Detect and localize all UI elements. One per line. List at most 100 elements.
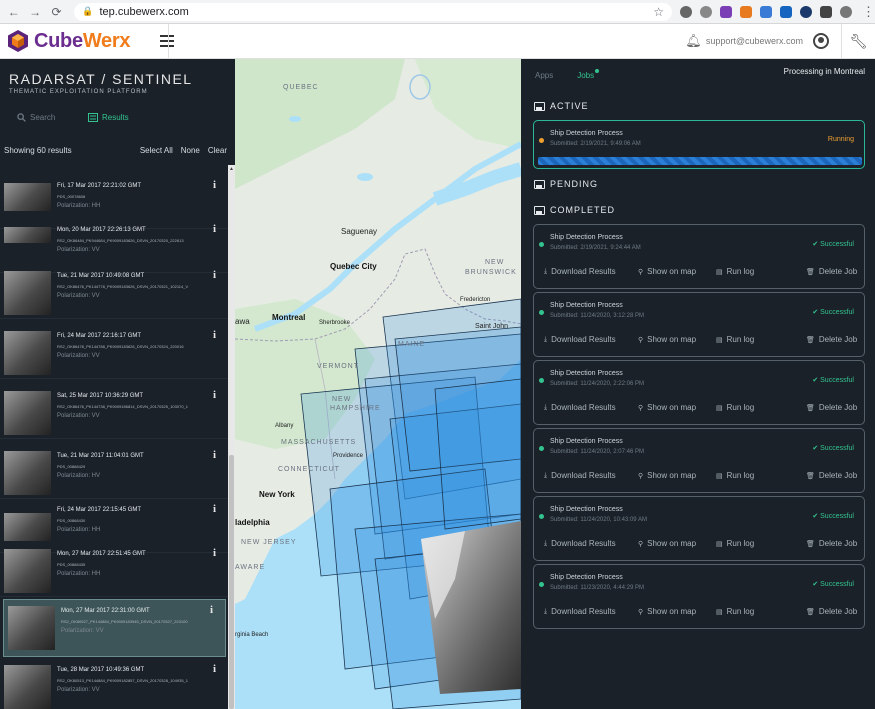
info-icon[interactable]: i: [213, 503, 216, 515]
info-icon[interactable]: i: [213, 223, 216, 235]
cubewerx-logo[interactable]: CubeWerx: [7, 29, 130, 53]
results-scrollbar[interactable]: ▲: [228, 165, 235, 709]
result-id: PDS_00868429: [57, 464, 86, 469]
extension-icon[interactable]: [740, 5, 753, 18]
result-item[interactable]: Sat, 25 Mar 2017 10:36:29 GMT RS2_OK8647…: [0, 385, 228, 439]
completed-job-card[interactable]: Ship Detection Process Submitted: 11/23/2…: [533, 564, 865, 629]
run-log-button[interactable]: ▤ Run log: [716, 403, 754, 412]
profile-icon[interactable]: [840, 5, 853, 18]
job-title: Ship Detection Process: [550, 574, 623, 581]
map-label-providence: Providence: [333, 453, 364, 459]
scroll-up-arrow-icon[interactable]: ▲: [229, 166, 234, 172]
extension-icons: [680, 5, 853, 18]
b-extension-icon[interactable]: [720, 5, 733, 18]
show-on-map-button[interactable]: ⚲ Show on map: [638, 471, 696, 480]
result-id: RS2_OK86484_PK944684_PK9009183626_DSVN_2…: [57, 238, 184, 243]
results-count: Showing 60 results: [4, 146, 72, 155]
run-log-label: Run log: [726, 267, 755, 276]
run-log-button[interactable]: ▤ Run log: [716, 267, 754, 276]
select-all-button[interactable]: Select All: [140, 146, 173, 155]
user-email[interactable]: support@cubewerx.com: [706, 36, 803, 46]
result-item[interactable]: Tue, 21 Mar 2017 11:04:01 GMT PDS_008684…: [0, 445, 228, 499]
download-results-button[interactable]: ⤓ Download Results: [544, 471, 616, 480]
job-status: ✔ Successful: [812, 512, 854, 520]
reload-icon[interactable]: ⟳: [49, 4, 64, 20]
info-icon[interactable]: i: [213, 269, 216, 281]
delete-job-button[interactable]: 🗑︎ Delete Job: [806, 267, 857, 276]
info-icon[interactable]: i: [213, 179, 216, 191]
info-icon[interactable]: i: [210, 604, 213, 616]
check-icon: ✔: [812, 309, 821, 316]
show-on-map-button[interactable]: ⚲ Show on map: [638, 539, 696, 548]
run-log-button[interactable]: ▤ Run log: [716, 335, 754, 344]
run-log-button[interactable]: ▤ Run log: [716, 607, 754, 616]
download-results-button[interactable]: ⤓ Download Results: [544, 539, 616, 548]
wrench-icon[interactable]: 🔧︎: [841, 24, 875, 58]
map-view[interactable]: QUEBEC Saguenay Quebec City NEW BRUNSWIC…: [235, 59, 521, 709]
completed-job-card[interactable]: Ship Detection Process Submitted: 11/24/2…: [533, 292, 865, 357]
extension-icon[interactable]: [700, 5, 713, 18]
tab-search[interactable]: Search: [17, 113, 55, 122]
address-bar[interactable]: 🔒 tep.cubewerx.com ☆: [74, 2, 673, 21]
completed-job-card[interactable]: Ship Detection Process Submitted: 11/24/2…: [533, 360, 865, 425]
forward-icon[interactable]: →: [27, 4, 42, 20]
tab-apps[interactable]: Apps: [535, 71, 553, 80]
delete-job-button[interactable]: 🗑︎ Delete Job: [806, 335, 857, 344]
job-progress-bar: [538, 157, 862, 165]
delete-job-button[interactable]: 🗑︎ Delete Job: [806, 403, 857, 412]
result-date: Mon, 20 Mar 2017 22:26:13 GMT: [57, 227, 146, 233]
completed-job-card[interactable]: Ship Detection Process Submitted: 11/24/2…: [533, 496, 865, 561]
run-log-button[interactable]: ▤ Run log: [716, 539, 754, 548]
delete-job-button[interactable]: 🗑︎ Delete Job: [806, 471, 857, 480]
info-icon[interactable]: i: [213, 389, 216, 401]
avatar-icon[interactable]: [813, 33, 829, 49]
show-on-map-button[interactable]: ⚲ Show on map: [638, 335, 696, 344]
completed-job-card[interactable]: Ship Detection Process Submitted: 2/19/20…: [533, 224, 865, 289]
job-status: ✔ Successful: [812, 240, 854, 248]
puzzle-icon[interactable]: [820, 5, 833, 18]
delete-job-button[interactable]: 🗑︎ Delete Job: [806, 539, 857, 548]
clear-button[interactable]: Clear: [208, 146, 227, 155]
info-icon[interactable]: i: [213, 663, 216, 675]
result-date: Fri, 17 Mar 2017 22:21:02 GMT: [57, 183, 142, 189]
job-status: Running: [827, 136, 854, 143]
success-status-dot: [539, 242, 544, 247]
download-results-button[interactable]: ⤓ Download Results: [544, 267, 616, 276]
extension-icon[interactable]: [780, 5, 793, 18]
result-item-selected[interactable]: Mon, 27 Mar 2017 22:31:00 GMT RS2_OK8052…: [3, 599, 226, 657]
delete-job-button[interactable]: 🗑︎ Delete Job: [806, 607, 857, 616]
extension-icon[interactable]: [760, 5, 773, 18]
map-label-montreal: Montreal: [272, 313, 306, 322]
download-results-button[interactable]: ⤓ Download Results: [544, 607, 616, 616]
select-none-button[interactable]: None: [181, 146, 200, 155]
result-item[interactable]: Tue, 21 Mar 2017 10:49:08 GMT RS2_OK8647…: [0, 265, 228, 319]
tab-jobs[interactable]: Jobs: [577, 69, 600, 80]
result-item[interactable]: Fri, 24 Mar 2017 22:16:17 GMT RS2_OK8647…: [0, 325, 228, 379]
show-on-map-button[interactable]: ⚲ Show on map: [638, 607, 696, 616]
show-on-map-button[interactable]: ⚲ Show on map: [638, 267, 696, 276]
result-polarization: Polarization: VV: [57, 687, 100, 693]
back-icon[interactable]: ←: [6, 4, 21, 20]
extension-icon[interactable]: [800, 5, 813, 18]
tab-results[interactable]: Results: [88, 113, 129, 122]
info-icon[interactable]: i: [213, 329, 216, 341]
map-label-delaware: AWARE: [235, 564, 266, 571]
completed-job-card[interactable]: Ship Detection Process Submitted: 11/24/2…: [533, 428, 865, 493]
active-job-card[interactable]: Ship Detection Process Submitted: 2/19/2…: [533, 120, 865, 169]
result-item[interactable]: Tue, 28 Mar 2017 10:49:36 GMT RS2_OK8051…: [0, 659, 228, 709]
map-label-new-york: New York: [259, 490, 295, 499]
bookmark-star-icon[interactable]: ☆: [653, 5, 664, 19]
pocket-icon[interactable]: [680, 5, 693, 18]
scrollbar-thumb[interactable]: [229, 455, 234, 709]
job-title: Ship Detection Process: [550, 438, 623, 445]
browser-toolbar: ← → ⟳ 🔒 tep.cubewerx.com ☆ ⋮: [0, 0, 875, 24]
info-icon[interactable]: i: [213, 547, 216, 559]
browser-menu-icon[interactable]: ⋮: [862, 4, 875, 20]
download-results-button[interactable]: ⤓ Download Results: [544, 403, 616, 412]
show-on-map-button[interactable]: ⚲ Show on map: [638, 403, 696, 412]
bell-icon[interactable]: 🔔︎: [685, 33, 702, 49]
result-item[interactable]: Mon, 27 Mar 2017 22:51:45 GMT PDS_008684…: [0, 543, 228, 597]
run-log-button[interactable]: ▤ Run log: [716, 471, 754, 480]
info-icon[interactable]: i: [213, 449, 216, 461]
download-results-button[interactable]: ⤓ Download Results: [544, 335, 616, 344]
